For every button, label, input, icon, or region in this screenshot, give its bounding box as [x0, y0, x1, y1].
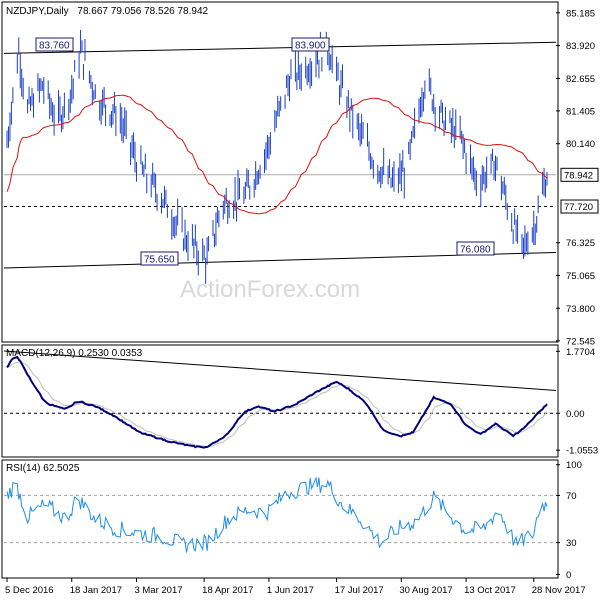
swing-label: 83.760 [39, 41, 70, 52]
rsi-panel-frame [1, 459, 559, 579]
macd-panel-frame [1, 344, 559, 458]
support-level-flag: 77.720 [564, 202, 593, 213]
price-y-tick-label: 75.065 [566, 271, 595, 282]
macd-title: MACD(12,26,9) 0.2530 0.0353 [6, 348, 143, 359]
macd-y-tick-label: -1.0553 [566, 446, 598, 457]
price-y-tick-label: 76.325 [566, 238, 595, 249]
price-symbol: NZDJPY,Daily [6, 6, 69, 17]
upper-trendline [3, 41, 557, 54]
price-y-tick-label: 85.185 [566, 8, 595, 19]
rsi-line [6, 476, 548, 553]
rsi-y-tick-label: 100 [566, 460, 582, 471]
rsi-y-tick-label: 0 [566, 570, 571, 581]
price-title: NZDJPY,Daily 78.667 79.056 78.526 78.942 [6, 6, 209, 17]
swing-label: 76.080 [460, 245, 491, 256]
rsi-title: RSI(14) 62.5025 [6, 463, 80, 474]
macd-y-tick-label: 0.00 [566, 409, 585, 420]
x-tick-label: 5 Dec 2016 [5, 585, 54, 596]
price-y-tick-label: 83.920 [566, 41, 595, 52]
macd-layer [3, 350, 557, 449]
x-tick-label: 13 Oct 2017 [464, 585, 516, 596]
x-tick-label: 1 Jun 2017 [267, 585, 314, 596]
x-tick-label: 3 Mar 2017 [134, 585, 182, 596]
price-y-tick-label: 80.140 [566, 139, 595, 150]
rsi-layer [4, 476, 556, 553]
price-y-tick-label: 73.800 [566, 304, 595, 315]
price-y-tick-label: 81.405 [566, 106, 595, 117]
ohlc-readout: 78.667 79.056 78.526 78.942 [77, 6, 208, 17]
chart-stage: ActionForex.com 83.760 83.900 75.650 76.080… [0, 0, 600, 600]
chart-svg: ActionForex.com 83.760 83.900 75.650 76.080… [1, 1, 599, 596]
rsi-y-tick-label: 30 [566, 538, 577, 549]
swing-label: 83.900 [295, 41, 326, 52]
x-tick-label: 30 Aug 2017 [399, 585, 452, 596]
price-y-tick-label: 72.545 [566, 336, 595, 347]
watermark: ActionForex.com [180, 276, 360, 303]
x-tick-label: 18 Jan 2017 [70, 585, 122, 596]
price-layer: 83.760 83.900 75.650 76.080 [3, 29, 557, 285]
macd-y-tick-label: 1.7704 [566, 347, 595, 358]
rsi-y-tick-label: 70 [566, 491, 577, 502]
swing-label: 75.650 [144, 255, 175, 266]
price-y-tick-label: 82.655 [566, 74, 595, 85]
x-tick-label: 28 Nov 2017 [532, 585, 586, 596]
current-price-flag: 78.942 [564, 170, 593, 181]
x-tick-label: 17 Jul 2017 [335, 585, 384, 596]
x-tick-label: 18 Apr 2017 [202, 585, 253, 596]
